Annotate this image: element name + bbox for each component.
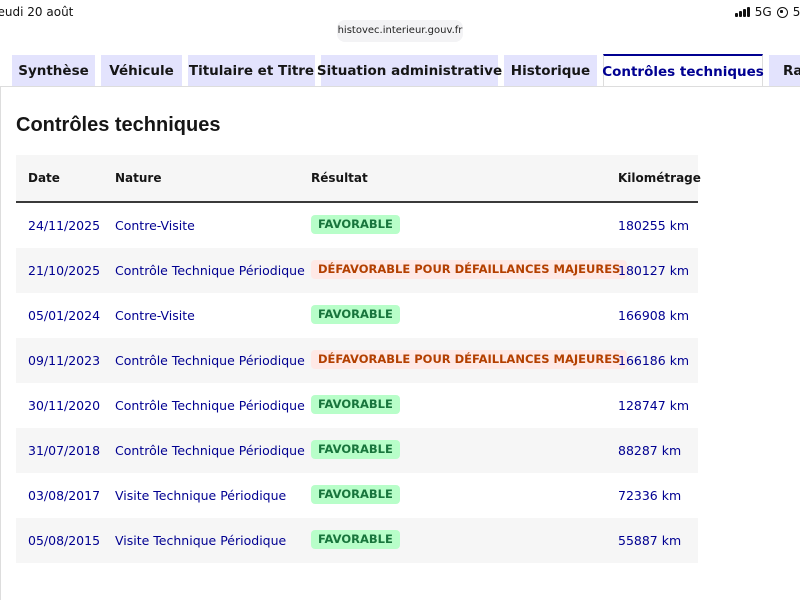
cell-nature: Contrôle Technique Périodique: [115, 398, 305, 413]
network-label: 5G: [754, 5, 772, 19]
header-result[interactable]: Résultat: [311, 171, 368, 185]
tab-controles-techniques[interactable]: Contrôles techniques: [602, 54, 764, 87]
table-row: 24/11/2025 Contre-Visite FAVORABLE 18025…: [16, 203, 698, 248]
cell-nature: Contrôle Technique Périodique: [115, 263, 305, 278]
result-badge: FAVORABLE: [311, 305, 400, 324]
cell-nature: Contrôle Technique Périodique: [115, 353, 305, 368]
battery-label: 59: [792, 5, 800, 19]
controles-table: Date Nature Résultat Kilométrage 24/11/2…: [16, 155, 701, 563]
cell-nature: Contre-Visite: [115, 308, 195, 323]
tab-rapport[interactable]: Rap: [769, 55, 800, 86]
cell-nature: Visite Technique Périodique: [115, 488, 287, 503]
result-badge: DÉFAVORABLE POUR DÉFAILLANCES MAJEURES: [311, 260, 628, 279]
tab-vehicule[interactable]: Véhicule: [101, 55, 182, 86]
cell-km: 88287 km: [618, 443, 682, 458]
header-nature[interactable]: Nature: [115, 171, 161, 185]
header-date[interactable]: Date: [28, 171, 60, 185]
status-time: Jeudi 20 août: [0, 5, 74, 19]
status-indicators: 5G 59: [734, 5, 800, 19]
cell-km: 55887 km: [618, 533, 682, 548]
tab-situation-administrative[interactable]: Situation administrative: [317, 55, 502, 86]
address-bar[interactable]: histovec.interieur.gouv.fr: [337, 20, 463, 42]
cell-km: 166186 km: [618, 353, 690, 368]
result-badge: FAVORABLE: [311, 395, 400, 414]
cell-nature: Visite Technique Périodique: [115, 533, 287, 548]
signal-icon: [734, 7, 750, 17]
table-header: Date Nature Résultat Kilométrage: [16, 155, 701, 203]
table-row: 09/11/2023 Contrôle Technique Périodique…: [16, 338, 698, 383]
page-title: Contrôles techniques: [16, 114, 221, 136]
cell-date: 03/08/2017: [28, 488, 101, 503]
table-row: 21/10/2025 Contrôle Technique Périodique…: [16, 248, 698, 293]
result-badge: FAVORABLE: [311, 485, 400, 504]
cell-km: 180127 km: [618, 263, 690, 278]
header-km[interactable]: Kilométrage: [618, 171, 701, 185]
table-row: 30/11/2020 Contrôle Technique Périodique…: [16, 383, 698, 428]
cell-date: 30/11/2020: [28, 398, 101, 413]
cell-nature: Contrôle Technique Périodique: [115, 443, 305, 458]
cell-km: 166908 km: [618, 308, 690, 323]
table-row: 05/08/2015 Visite Technique Périodique F…: [16, 518, 698, 563]
result-badge: FAVORABLE: [311, 530, 400, 549]
tab-panel-divider: [0, 86, 800, 87]
cell-km: 72336 km: [618, 488, 682, 503]
cell-km: 128747 km: [618, 398, 690, 413]
result-badge: FAVORABLE: [311, 440, 400, 459]
cell-date: 05/01/2024: [28, 308, 101, 323]
rotation-lock-icon: [776, 6, 788, 18]
cell-date: 31/07/2018: [28, 443, 101, 458]
tab-historique[interactable]: Historique: [504, 55, 597, 86]
cell-nature: Contre-Visite: [115, 218, 195, 233]
cell-km: 180255 km: [618, 218, 690, 233]
panel-border: [0, 86, 1, 600]
cell-date: 21/10/2025: [28, 263, 101, 278]
result-badge: DÉFAVORABLE POUR DÉFAILLANCES MAJEURES: [311, 350, 628, 369]
cell-date: 24/11/2025: [28, 218, 101, 233]
cell-date: 05/08/2015: [28, 533, 101, 548]
table-row: 31/07/2018 Contrôle Technique Périodique…: [16, 428, 698, 473]
table-row: 03/08/2017 Visite Technique Périodique F…: [16, 473, 698, 518]
table-row: 05/01/2024 Contre-Visite FAVORABLE 16690…: [16, 293, 698, 338]
tab-titulaire-titre[interactable]: Titulaire et Titre: [188, 55, 315, 86]
tab-synthese[interactable]: Synthèse: [12, 55, 95, 86]
result-badge: FAVORABLE: [311, 215, 400, 234]
cell-date: 09/11/2023: [28, 353, 101, 368]
